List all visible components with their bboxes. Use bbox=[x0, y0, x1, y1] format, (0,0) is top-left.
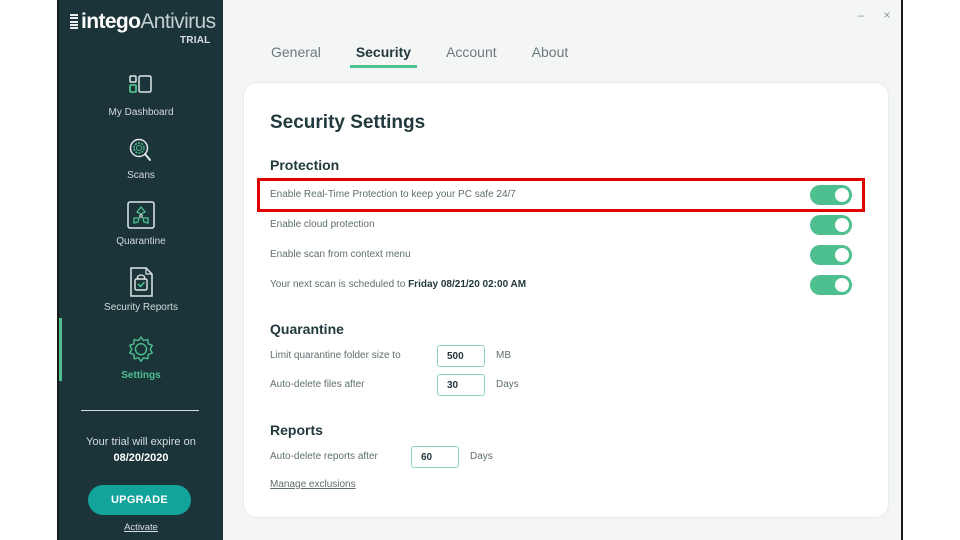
reports-auto-delete-label: Auto-delete reports after bbox=[270, 451, 378, 462]
toggle-knob bbox=[835, 188, 849, 202]
sidebar-item-label: Settings bbox=[121, 370, 161, 381]
realtime-protection-label: Enable Real-Time Protection to keep your… bbox=[270, 189, 516, 200]
protection-heading: Protection bbox=[270, 157, 340, 173]
quarantine-auto-delete-input[interactable] bbox=[437, 374, 485, 396]
next-scan-datetime: Friday 08/21/20 02:00 AM bbox=[408, 279, 527, 290]
page-title: Security Settings bbox=[270, 112, 426, 133]
biohazard-icon bbox=[127, 201, 155, 229]
reports-heading: Reports bbox=[270, 422, 323, 438]
tab-account[interactable]: Account bbox=[446, 44, 497, 66]
context-menu-scan-toggle[interactable] bbox=[810, 245, 852, 265]
edition-badge: TRIAL bbox=[180, 35, 211, 46]
tab-general[interactable]: General bbox=[271, 44, 321, 66]
toggle-knob bbox=[835, 218, 849, 232]
cloud-protection-label: Enable cloud protection bbox=[270, 219, 375, 230]
close-button[interactable]: × bbox=[881, 8, 893, 22]
sidebar-item-settings[interactable]: Settings bbox=[59, 335, 223, 381]
sidebar: integoAntivirus TRIAL My Dashboard Scans bbox=[59, 0, 223, 540]
brand-bold: intego bbox=[81, 10, 141, 33]
tab-about[interactable]: About bbox=[532, 44, 569, 66]
brand-light: Antivirus bbox=[140, 10, 216, 33]
folder-limit-unit: MB bbox=[496, 350, 511, 361]
sidebar-item-security-reports[interactable]: Security Reports bbox=[59, 267, 223, 313]
reports-auto-delete-input[interactable] bbox=[411, 446, 459, 468]
cloud-protection-toggle[interactable] bbox=[810, 215, 852, 235]
sidebar-divider bbox=[81, 410, 199, 411]
sidebar-item-label: My Dashboard bbox=[108, 107, 174, 118]
quarantine-auto-delete-unit: Days bbox=[496, 379, 519, 390]
app-logo: integoAntivirus TRIAL bbox=[70, 10, 220, 46]
quarantine-heading: Quarantine bbox=[270, 321, 344, 337]
brand-name: integoAntivirus bbox=[81, 10, 216, 34]
sidebar-item-label: Quarantine bbox=[116, 236, 166, 247]
sidebar-item-scans[interactable]: Scans bbox=[59, 135, 223, 181]
tab-security[interactable]: Security bbox=[349, 44, 418, 68]
context-menu-scan-label: Enable scan from context menu bbox=[270, 249, 411, 260]
toggle-knob bbox=[835, 278, 849, 292]
toggle-knob bbox=[835, 248, 849, 262]
scan-magnifier-icon bbox=[129, 138, 151, 161]
realtime-protection-toggle[interactable] bbox=[810, 185, 852, 205]
sidebar-item-label: Scans bbox=[127, 170, 155, 181]
dashboard-icon bbox=[129, 75, 152, 93]
trial-expiry-date: 08/20/2020 bbox=[113, 452, 169, 464]
scheduled-scan-toggle[interactable] bbox=[810, 275, 852, 295]
security-settings-card: Security Settings Protection Enable Real… bbox=[243, 82, 889, 518]
sidebar-item-dashboard[interactable]: My Dashboard bbox=[59, 72, 223, 118]
window-controls: – × bbox=[855, 8, 893, 22]
activate-link[interactable]: Activate bbox=[59, 522, 223, 533]
upgrade-button[interactable]: UPGRADE bbox=[88, 485, 191, 515]
quarantine-auto-delete-label: Auto-delete files after bbox=[270, 379, 365, 390]
minimize-button[interactable]: – bbox=[855, 8, 867, 22]
reports-auto-delete-unit: Days bbox=[470, 451, 493, 462]
manage-exclusions-link[interactable]: Manage exclusions bbox=[270, 479, 356, 490]
sidebar-item-quarantine[interactable]: Quarantine bbox=[59, 201, 223, 247]
settings-tabs: General Security Account About bbox=[271, 44, 603, 68]
app-window: integoAntivirus TRIAL My Dashboard Scans bbox=[57, 0, 903, 540]
folder-limit-label: Limit quarantine folder size to bbox=[270, 350, 401, 361]
report-document-icon bbox=[130, 267, 153, 297]
trial-expiry-text: Your trial will expire on bbox=[86, 436, 196, 448]
intego-tower-icon bbox=[70, 14, 78, 30]
next-scan-label: Your next scan is scheduled to Friday 08… bbox=[270, 279, 526, 290]
gear-icon bbox=[129, 336, 153, 362]
folder-limit-input[interactable] bbox=[437, 345, 485, 367]
next-scan-prefix: Your next scan is scheduled to bbox=[270, 279, 409, 290]
sidebar-item-label: Security Reports bbox=[104, 302, 178, 313]
